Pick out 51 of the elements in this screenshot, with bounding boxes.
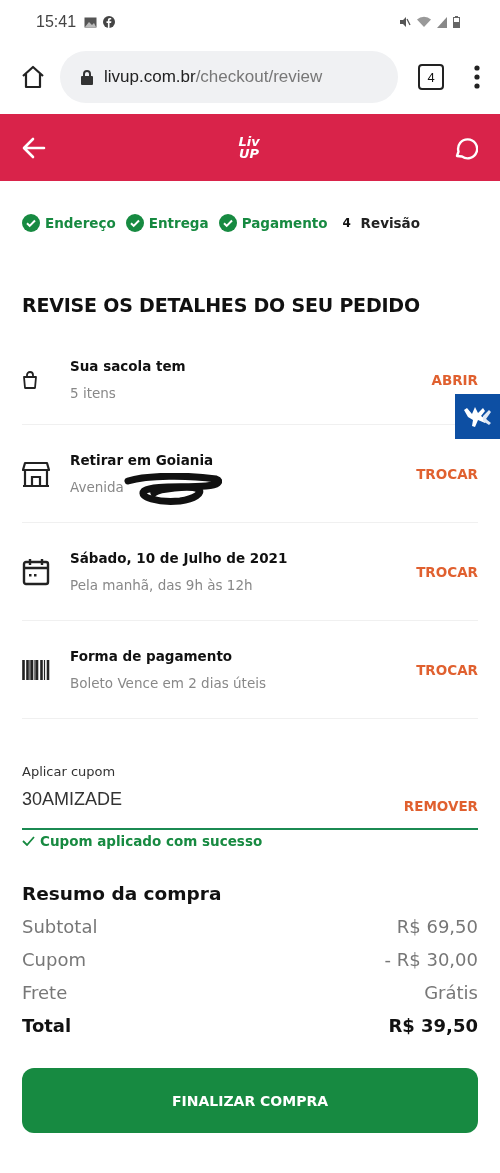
facebook-icon (103, 16, 116, 28)
step-number: 4 (341, 216, 352, 230)
summary-value: - R$ 30,00 (384, 949, 478, 970)
summary-label: Cupom (22, 949, 86, 970)
detail-subtitle: Pela manhã, das 9h às 12h (70, 576, 253, 593)
detail-action-link[interactable]: TROCAR (416, 465, 478, 482)
calendar-icon (22, 557, 50, 586)
step-label: Revisão (360, 215, 420, 231)
detail-title: Forma de pagamento (70, 647, 234, 664)
status-time: 15:41 (36, 13, 77, 31)
detail-subtitle: Boleto Vence em 2 dias úteis (70, 674, 266, 691)
coupon-label: Aplicar cupom (22, 764, 116, 779)
store-icon (22, 459, 50, 488)
step-label: Entrega (148, 215, 209, 231)
mute-icon (399, 16, 411, 28)
detail-action-link[interactable]: TROCAR (416, 563, 478, 580)
tab-count-button[interactable]: 4 (418, 64, 444, 90)
wifi-icon (417, 16, 431, 28)
barcode-icon (22, 658, 50, 681)
shopping-bag-icon (22, 371, 38, 389)
summary-label: Frete (22, 982, 68, 1003)
home-icon[interactable] (20, 64, 46, 90)
coupon-field[interactable]: 30AMIZADE REMOVER (22, 780, 478, 830)
step-label: Endereço (45, 215, 116, 231)
detail-title: Retirar em Goiania (70, 451, 215, 468)
lock-icon (80, 69, 94, 85)
back-arrow-icon[interactable] (22, 136, 46, 159)
battery-icon (453, 16, 460, 28)
detail-title: Sábado, 10 de Julho de 2021 (70, 549, 289, 566)
summary-value: Grátis (424, 982, 478, 1003)
detail-action-link[interactable]: ABRIR (431, 372, 478, 388)
detail-title: Sua sacola tem (70, 358, 187, 374)
detail-subtitle: Avenida (70, 478, 124, 495)
detail-action-link[interactable]: TROCAR (416, 661, 478, 678)
page-title: REVISE OS DETALHES DO SEU PEDIDO (22, 294, 421, 316)
checkmark-icon (22, 836, 35, 846)
summary-value: R$ 69,50 (396, 916, 478, 937)
finish-purchase-button[interactable]: FINALIZAR COMPRA (22, 1068, 478, 1133)
summary-label: Total (22, 1015, 72, 1036)
signal-icon (437, 16, 447, 28)
detail-subtitle: 5 itens (70, 385, 116, 401)
summary-title: Resumo da compra (22, 883, 223, 904)
summary-label: Subtotal (22, 916, 98, 937)
logo: Liv UP (238, 135, 260, 160)
address-bar[interactable]: livup.com.br/checkout/review (60, 51, 398, 103)
gallery-icon (84, 16, 98, 28)
summary-value: R$ 39,50 (388, 1015, 478, 1036)
remove-coupon-link[interactable]: REMOVER (403, 798, 478, 814)
more-menu-icon[interactable] (474, 65, 480, 89)
coupon-success-message: Cupom aplicado com sucesso (40, 833, 263, 849)
step-label: Pagamento (241, 215, 328, 231)
